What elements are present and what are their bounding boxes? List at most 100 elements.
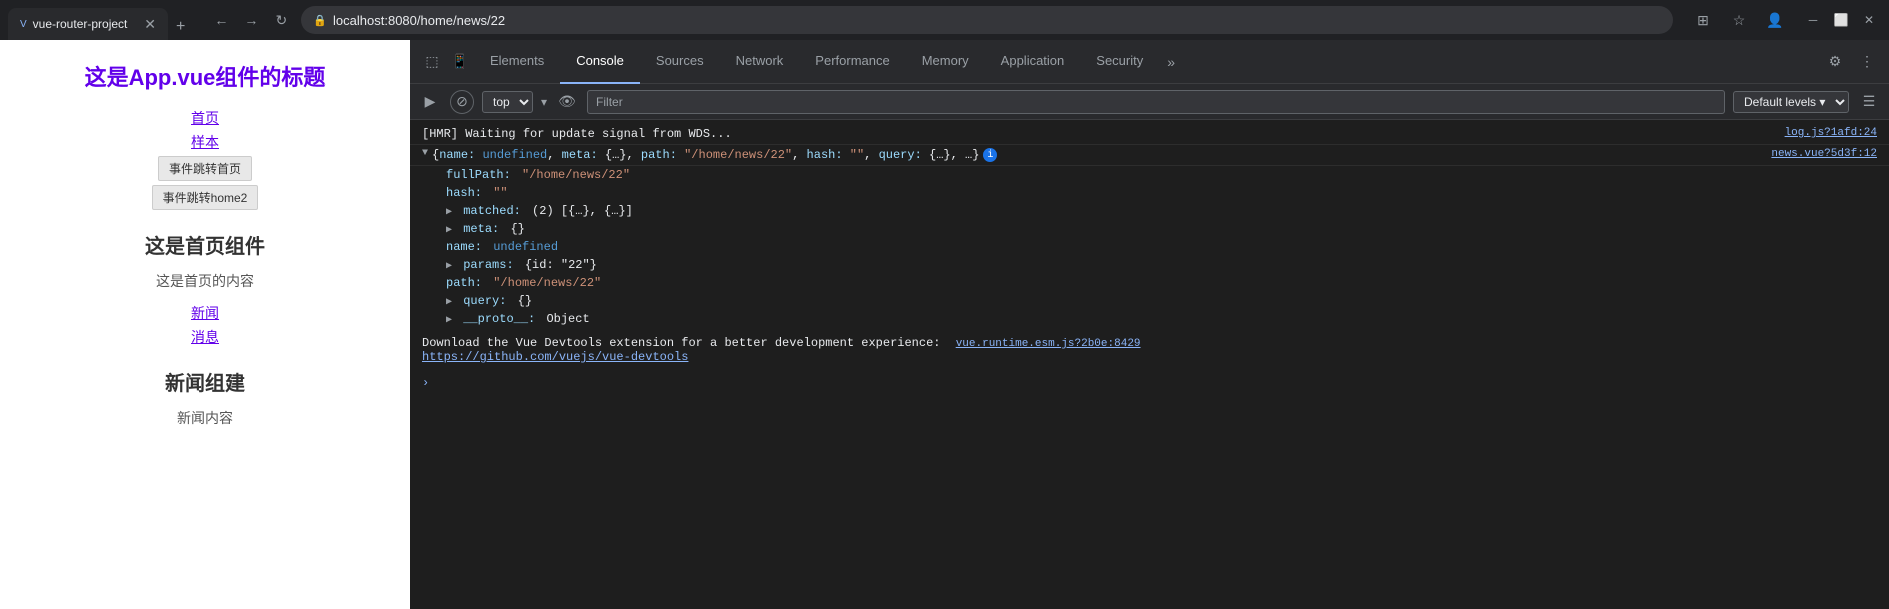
devtools-settings-area: ⚙ ⋮ [1821, 48, 1881, 76]
proto-expand-btn[interactable]: ▶ [446, 315, 452, 326]
console-input-line: › [410, 372, 1889, 394]
forward-button[interactable]: → [239, 8, 263, 32]
hash-value: "" [493, 186, 507, 200]
download-source-link[interactable]: vue.runtime.esm.js?2b0e:8429 [956, 338, 1141, 350]
matched-value: (2) [{…}, {…}] [532, 204, 633, 218]
tree-matched: ▶ matched: (2) [{…}, {…}] [410, 202, 1889, 220]
refresh-button[interactable]: ↻ [269, 8, 293, 32]
tab-application[interactable]: Application [985, 40, 1081, 84]
console-context-select[interactable]: top [482, 91, 533, 113]
tree-hash: hash: "" [410, 184, 1889, 202]
object-expand-btn[interactable]: ▼ [422, 148, 428, 159]
tab-security[interactable]: Security [1080, 40, 1159, 84]
proto-value: Object [546, 312, 589, 326]
console-run-button[interactable]: ▶ [418, 90, 442, 114]
console-input[interactable] [437, 376, 1877, 390]
jump-home2-button[interactable]: 事件跳转home2 [152, 185, 259, 210]
download-text: Download the Vue Devtools extension for … [422, 336, 940, 350]
info-icon: i [983, 148, 997, 162]
fullpath-value: "/home/news/22" [522, 168, 630, 182]
back-button[interactable]: ← [209, 8, 233, 32]
news-links: 新闻 消息 [30, 303, 380, 347]
jump-home-button[interactable]: 事件跳转首页 [158, 156, 252, 181]
home-section-content: 这是首页的内容 [30, 271, 380, 291]
app-title: 这是App.vue组件的标题 [30, 60, 380, 92]
path-key: path: [446, 276, 482, 290]
meta-expand-btn[interactable]: ▶ [446, 225, 452, 236]
nav-links: 首页 样本 事件跳转首页 事件跳转home2 [30, 108, 380, 210]
meta-key: meta: [463, 222, 499, 236]
address-bar[interactable]: 🔒 localhost:8080/home/news/22 [301, 6, 1673, 34]
tab-close-btn[interactable]: ✕ [144, 16, 156, 33]
tab-console[interactable]: Console [560, 40, 640, 84]
console-line-download: Download the Vue Devtools extension for … [410, 328, 1889, 372]
news-link[interactable]: 新闻 [191, 303, 219, 323]
tree-meta: ▶ meta: {} [410, 220, 1889, 238]
messages-link[interactable]: 消息 [191, 327, 219, 347]
object-source-link[interactable]: news.vue?5d3f:12 [1771, 148, 1877, 160]
address-text: localhost:8080/home/news/22 [333, 13, 505, 28]
tab-more[interactable]: » [1159, 54, 1183, 70]
browser-actions: ⊞ ☆ 👤 [1689, 6, 1789, 34]
tree-params: ▶ params: {id: "22"} [410, 256, 1889, 274]
tab-favicon: V [20, 19, 27, 30]
extension-button[interactable]: ⊞ [1689, 6, 1717, 34]
console-output: [HMR] Waiting for update signal from WDS… [410, 120, 1889, 609]
tree-proto: ▶ __proto__: Object [410, 310, 1889, 328]
devtools-inspect-button[interactable]: ⬚ [418, 48, 446, 76]
devtools-settings-button[interactable]: ⚙ [1821, 48, 1849, 76]
console-line-object: ▼ {name: undefined, meta: {…}, path: "/h… [410, 145, 1889, 166]
params-expand-btn[interactable]: ▶ [446, 261, 452, 272]
object-preview-text: {name: undefined, meta: {…}, path: "/hom… [432, 148, 979, 162]
meta-value: {} [510, 222, 524, 236]
devtools-download-link[interactable]: https://github.com/vuejs/vue-devtools [422, 350, 688, 364]
params-value: {id: "22"} [525, 258, 597, 272]
new-tab-button[interactable]: + [168, 14, 193, 40]
lock-icon: 🔒 [313, 14, 327, 27]
devtools-device-button[interactable]: 📱 [446, 48, 474, 76]
name-value: undefined [493, 240, 558, 254]
console-sidebar-button[interactable]: ☰ [1857, 90, 1881, 114]
tab-elements[interactable]: Elements [474, 40, 560, 84]
hash-key: hash: [446, 186, 482, 200]
tab-sources[interactable]: Sources [640, 40, 720, 84]
matched-key: matched: [463, 204, 521, 218]
devtools-panel: ⬚ 📱 Elements Console Sources Network Per… [410, 40, 1889, 609]
home-link[interactable]: 首页 [191, 108, 219, 128]
fullpath-key: fullPath: [446, 168, 511, 182]
news-section-content: 新闻内容 [30, 408, 380, 428]
query-value: {} [518, 294, 532, 308]
console-levels-select[interactable]: Default levels ▾ [1733, 91, 1849, 113]
proto-key: __proto__: [463, 312, 535, 326]
browser-tab[interactable]: V vue-router-project ✕ [8, 8, 168, 40]
console-prompt: › [422, 376, 429, 390]
maximize-button[interactable]: ⬜ [1829, 8, 1853, 32]
browser-chrome: V vue-router-project ✕ + ← → ↻ 🔒 localho… [0, 0, 1889, 40]
matched-expand-btn[interactable]: ▶ [446, 207, 452, 218]
console-toolbar: ▶ ⊘ top ▾ 👁 Default levels ▾ ☰ [410, 84, 1889, 120]
close-button[interactable]: ✕ [1857, 8, 1881, 32]
minimize-button[interactable]: ─ [1801, 8, 1825, 32]
home-section-title: 这是首页组件 [30, 230, 380, 259]
context-dropdown-icon: ▾ [541, 95, 547, 109]
bookmark-button[interactable]: ☆ [1725, 6, 1753, 34]
devtools-more-button[interactable]: ⋮ [1853, 48, 1881, 76]
main-area: 这是App.vue组件的标题 首页 样本 事件跳转首页 事件跳转home2 这是… [0, 40, 1889, 609]
browser-controls: ← → ↻ [209, 8, 293, 32]
params-key: params: [463, 258, 513, 272]
sample-link[interactable]: 样本 [191, 132, 219, 152]
console-eye-button[interactable]: 👁 [555, 90, 579, 114]
tree-query: ▶ query: {} [410, 292, 1889, 310]
hmr-source-link[interactable]: log.js?1afd:24 [1785, 127, 1877, 139]
tab-performance[interactable]: Performance [799, 40, 905, 84]
tab-memory[interactable]: Memory [906, 40, 985, 84]
devtools-tabs: Elements Console Sources Network Perform… [474, 40, 1821, 84]
tab-network[interactable]: Network [720, 40, 800, 84]
path-value: "/home/news/22" [493, 276, 601, 290]
console-clear-button[interactable]: ⊘ [450, 90, 474, 114]
tab-title: vue-router-project [33, 17, 139, 31]
query-key: query: [463, 294, 506, 308]
console-filter-input[interactable] [587, 90, 1725, 114]
query-expand-btn[interactable]: ▶ [446, 297, 452, 308]
account-button[interactable]: 👤 [1761, 6, 1789, 34]
